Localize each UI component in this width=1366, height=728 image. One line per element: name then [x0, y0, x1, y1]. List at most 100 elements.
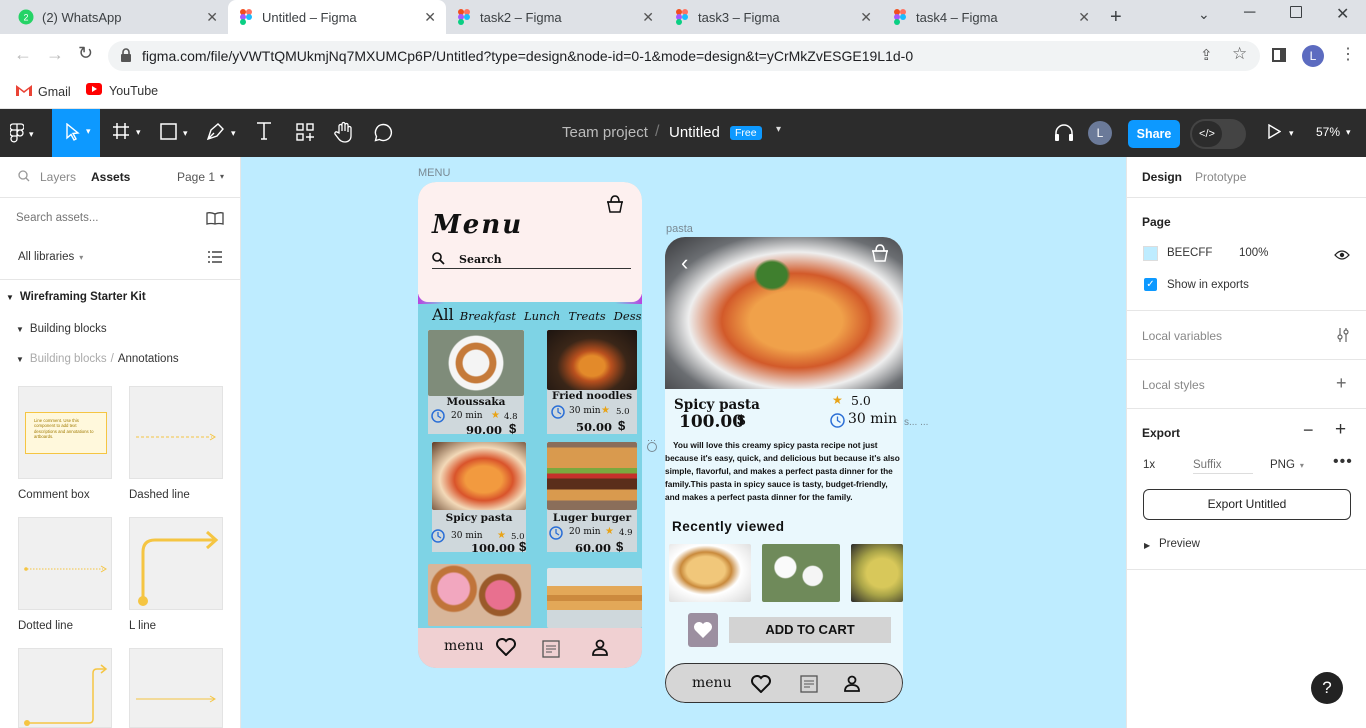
bookmark-youtube[interactable]: YouTube	[86, 83, 158, 98]
document-icon[interactable]	[800, 675, 818, 696]
rice-dish-image[interactable]	[851, 544, 903, 602]
page-color-hex[interactable]: BEECFF	[1167, 247, 1212, 259]
show-in-exports-checkbox[interactable]: ✓	[1144, 278, 1157, 291]
comment-tool-button[interactable]	[374, 123, 393, 145]
close-window-icon[interactable]: ✕	[1336, 4, 1349, 24]
eye-icon[interactable]	[1334, 248, 1350, 263]
export-scale[interactable]: 1x	[1143, 459, 1155, 471]
more-options-icon[interactable]: •••	[1333, 453, 1353, 471]
tab-design[interactable]: Design	[1142, 170, 1182, 184]
add-export-icon[interactable]: +	[1335, 419, 1346, 441]
page-opacity[interactable]: 100%	[1239, 247, 1268, 259]
back-arrow-icon[interactable]: ←	[14, 44, 32, 65]
tab-assets[interactable]: Assets	[91, 170, 130, 184]
dev-mode-toggle[interactable]: </>	[1190, 119, 1246, 149]
help-button[interactable]: ?	[1311, 672, 1343, 704]
export-format-dropdown[interactable]: PNG ▾	[1270, 459, 1304, 471]
user-profile-icon[interactable]	[592, 639, 608, 659]
caret-right-icon[interactable]: ▶	[1144, 541, 1150, 550]
pen-tool-button[interactable]: ▾	[206, 122, 236, 144]
samosa-image[interactable]	[669, 544, 751, 602]
design-canvas[interactable]: MENU pasta s... ... Menu Search All Brea…	[241, 157, 1126, 728]
category-treats[interactable]: Treats	[568, 309, 605, 323]
search-assets-input[interactable]	[16, 210, 186, 226]
group-building-blocks[interactable]: ▼ Building blocks	[16, 323, 107, 335]
list-view-icon[interactable]	[208, 251, 222, 266]
address-bar[interactable]: figma.com/file/yVWTtQMUkmjNq7MXUMCp6P/Un…	[108, 41, 1260, 71]
asset-dashed-line[interactable]	[129, 386, 223, 479]
close-tab-icon[interactable]: ✕	[642, 9, 654, 26]
add-to-cart-button[interactable]: ADD TO CART	[729, 617, 891, 643]
side-panel-icon[interactable]	[1272, 48, 1286, 62]
category-all[interactable]: All	[432, 305, 454, 324]
forward-arrow-icon[interactable]: →	[46, 44, 64, 65]
pasta-detail-frame[interactable]: ‹ Spicy pasta 100.00 $ ★ 5.0 30 min You …	[665, 237, 903, 703]
profile-avatar[interactable]: L	[1302, 45, 1324, 67]
share-page-icon[interactable]: ⇪	[1200, 46, 1213, 64]
close-tab-icon[interactable]: ✕	[424, 9, 436, 26]
library-filter-dropdown[interactable]: All libraries ▾	[18, 251, 83, 263]
add-style-icon[interactable]: +	[1336, 373, 1347, 394]
asset-straight-line[interactable]	[129, 648, 223, 728]
bookmark-star-icon[interactable]: ☆	[1232, 44, 1247, 64]
reload-icon[interactable]: ↻	[78, 43, 93, 64]
resources-button[interactable]	[296, 123, 314, 144]
category-dessert[interactable]: Dessert	[614, 309, 642, 323]
browser-menu-icon[interactable]: ⋮	[1340, 44, 1356, 64]
share-button[interactable]: Share	[1128, 120, 1180, 148]
asset-l-line[interactable]	[129, 517, 223, 610]
browser-tab-whatsapp[interactable]: 2 (2) WhatsApp ✕	[8, 0, 228, 34]
heart-icon[interactable]	[751, 675, 771, 696]
frame-label-pasta[interactable]: pasta	[666, 223, 693, 235]
favorite-button[interactable]	[688, 613, 718, 647]
zoom-dropdown[interactable]: 57% ▾	[1316, 125, 1351, 139]
user-profile-icon[interactable]	[844, 675, 860, 695]
page-color-swatch[interactable]	[1143, 246, 1158, 261]
idli-image[interactable]	[762, 544, 840, 602]
restore-window-icon[interactable]	[1290, 6, 1302, 18]
close-tab-icon[interactable]: ✕	[206, 9, 218, 26]
hand-tool-button[interactable]	[334, 121, 354, 146]
local-styles-section[interactable]: Local styles +	[1127, 360, 1366, 409]
book-library-icon[interactable]	[206, 212, 224, 228]
main-menu-button[interactable]: ▾	[9, 123, 34, 146]
bookmark-gmail[interactable]: Gmail	[16, 84, 71, 99]
minimize-window-icon[interactable]: ─	[1244, 4, 1255, 22]
tab-layers[interactable]: Layers	[40, 170, 76, 184]
tab-prototype[interactable]: Prototype	[1195, 170, 1246, 184]
asset-comment-box[interactable]: Line comment. Use this component to add …	[18, 386, 112, 479]
close-tab-icon[interactable]: ✕	[860, 9, 872, 26]
chevron-down-icon[interactable]: ▾	[776, 124, 781, 135]
move-tool-button[interactable]: ▾	[52, 109, 100, 157]
sliders-icon[interactable]	[1336, 327, 1350, 346]
remove-export-icon[interactable]: −	[1303, 420, 1314, 441]
text-tool-button[interactable]	[256, 121, 272, 144]
group-annotations[interactable]: ▼ Building blocks / Annotations	[16, 353, 179, 365]
page-selector[interactable]: Page 1 ▾	[177, 170, 224, 184]
user-avatar[interactable]: L	[1088, 121, 1112, 145]
browser-tab-task4[interactable]: task4 – Figma ✕	[882, 0, 1100, 34]
present-button[interactable]: ▾	[1268, 123, 1294, 142]
category-lunch[interactable]: Lunch	[524, 309, 560, 323]
back-chevron-icon[interactable]: ‹	[681, 250, 688, 276]
frame-tool-button[interactable]: ▾	[112, 122, 141, 143]
browser-tab-task3[interactable]: task3 – Figma ✕	[664, 0, 882, 34]
library-section-wireframing[interactable]: ▼ Wireframing Starter Kit	[6, 291, 146, 303]
local-variables-section[interactable]: Local variables	[1127, 311, 1366, 360]
close-tab-icon[interactable]: ✕	[1078, 9, 1090, 26]
tab-search-icon[interactable]: ⌄	[1198, 6, 1210, 23]
browser-tab-untitled-figma[interactable]: Untitled – Figma ✕	[228, 0, 446, 34]
preview-toggle[interactable]: Preview	[1159, 538, 1200, 550]
document-icon[interactable]	[542, 640, 560, 661]
browser-tab-task2[interactable]: task2 – Figma ✕	[446, 0, 664, 34]
basket-icon[interactable]	[870, 243, 890, 266]
file-name[interactable]: Untitled	[669, 124, 720, 141]
nav-menu-label[interactable]: menu	[444, 638, 484, 654]
shape-tool-button[interactable]: ▾	[160, 123, 188, 143]
headphones-icon[interactable]	[1054, 123, 1074, 145]
nav-menu-label[interactable]: menu	[692, 675, 732, 691]
team-project-link[interactable]: Team project	[562, 124, 648, 141]
export-button[interactable]: Export Untitled	[1143, 489, 1351, 520]
export-suffix-input[interactable]	[1193, 456, 1253, 474]
asset-step-line[interactable]	[18, 648, 112, 728]
